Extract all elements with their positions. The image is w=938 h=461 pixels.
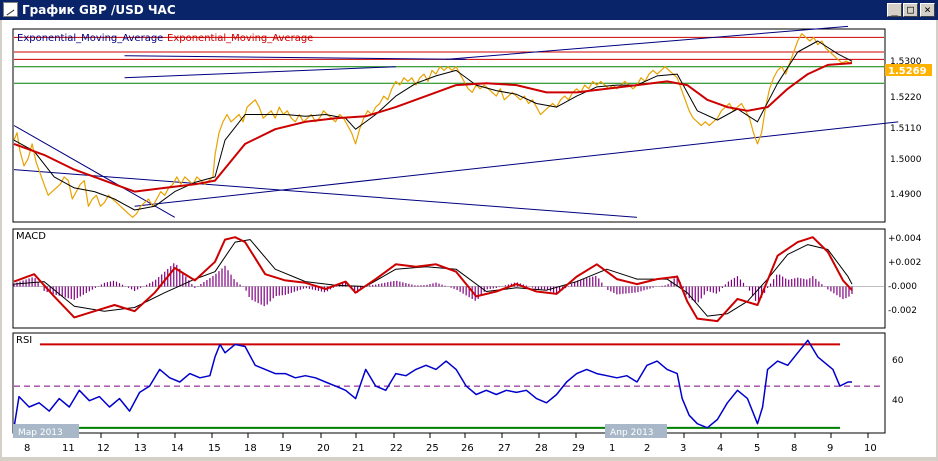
x-axis-label: 25 — [426, 443, 439, 454]
macd-y-tick: -0.002 — [888, 306, 917, 316]
x-axis-label: 2 — [644, 443, 650, 454]
x-axis-label: 4 — [717, 443, 723, 454]
title-bar[interactable]: График GBP /USD ЧАС _ □ × — [0, 0, 938, 20]
minimize-button[interactable]: _ — [887, 3, 902, 17]
x-axis-label: 11 — [62, 443, 75, 454]
macd-panel-frame — [12, 228, 886, 329]
macd-label: MACD — [16, 231, 46, 242]
month-label-mar: Мар 2013 — [18, 428, 63, 438]
x-axis-label: 1 — [609, 443, 615, 454]
maximize-button[interactable]: □ — [903, 3, 918, 17]
month-label-apr: Апр 2013 — [610, 428, 654, 438]
rsi-y-tick: 40 — [892, 396, 904, 406]
window-title: График GBP /USD ЧАС — [22, 3, 176, 17]
x-axis-label: 14 — [171, 443, 184, 454]
x-axis-label: 10 — [864, 443, 877, 454]
close-button[interactable]: × — [920, 3, 935, 17]
x-axis-label: 15 — [208, 443, 221, 454]
x-axis-label: 22 — [390, 443, 403, 454]
macd-y-tick: +0.002 — [888, 258, 921, 268]
chart-area[interactable]: Exponential_Moving_Average Exponential_M… — [2, 20, 936, 457]
x-axis-label: 8 — [24, 443, 30, 454]
x-axis-label: 29 — [572, 443, 585, 454]
main-y-tick: 1.4900 — [890, 190, 922, 200]
macd-y-tick: +0.004 — [888, 234, 922, 244]
x-axis-label: 13 — [134, 443, 147, 454]
x-axis-label: 12 — [97, 443, 110, 454]
x-axis-label: 3 — [680, 443, 686, 454]
price-chart-svg[interactable]: Exponential_Moving_Average Exponential_M… — [2, 20, 936, 457]
x-axis-label: 9 — [827, 443, 833, 454]
x-axis-label: 18 — [244, 443, 257, 454]
chart-window: График GBP /USD ЧАС _ □ × Exponential_Mo… — [0, 0, 938, 457]
x-axis-label: 8 — [791, 443, 797, 454]
x-axis-label: 19 — [279, 443, 292, 454]
chart-window-icon[interactable] — [3, 2, 18, 17]
x-axis-label: 28 — [535, 443, 548, 454]
rsi-y-tick: 60 — [892, 356, 904, 366]
main-panel-frame — [12, 28, 886, 223]
x-axis-label: 20 — [317, 443, 330, 454]
x-axis-label: 26 — [461, 443, 474, 454]
rsi-panel-frame — [12, 332, 886, 434]
current-price-label: 1.5269 — [888, 66, 927, 77]
legend-ema-slow: Exponential_Moving_Average — [167, 33, 313, 44]
main-y-tick: 1.5110 — [890, 124, 922, 134]
x-axis-label: 5 — [754, 443, 760, 454]
main-y-tick: 1.5220 — [890, 93, 922, 103]
x-axis-label: 21 — [352, 443, 365, 454]
legend-ema-fast: Exponential_Moving_Average — [17, 33, 163, 44]
main-y-tick: 1.5000 — [890, 155, 922, 165]
rsi-label: RSI — [16, 335, 32, 346]
x-axis-label: 27 — [498, 443, 511, 454]
macd-y-tick: -0.000 — [888, 282, 917, 292]
